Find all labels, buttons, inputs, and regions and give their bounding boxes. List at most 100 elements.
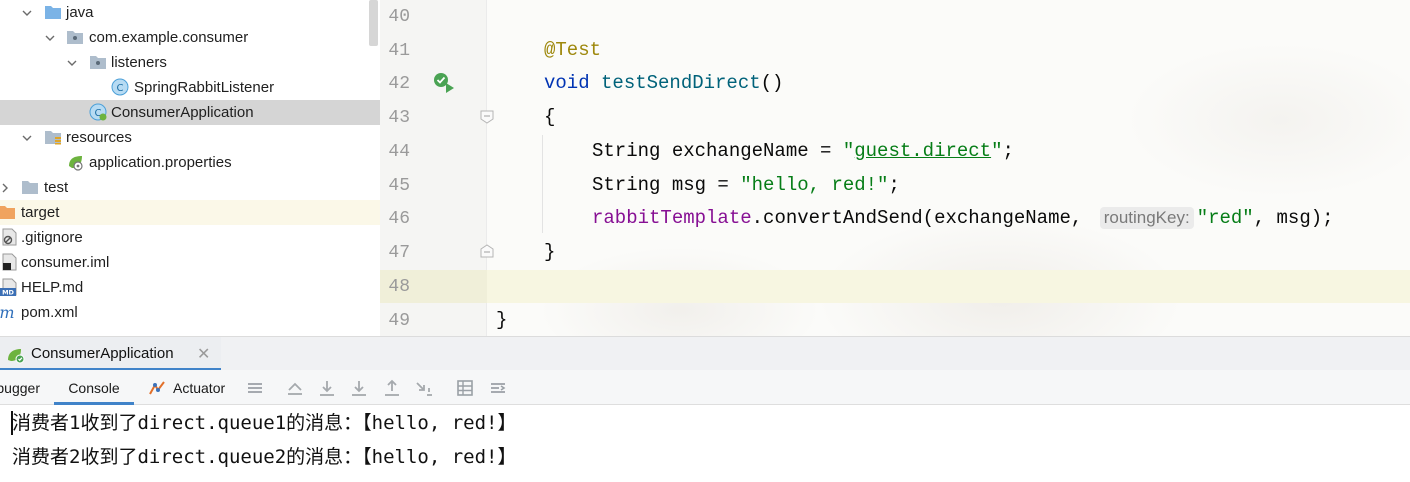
- indent-guide: [542, 135, 543, 233]
- string-token-link[interactable]: guest.direct: [854, 140, 991, 162]
- code-token: ;: [1002, 140, 1014, 162]
- spring-boot-run-icon: [6, 346, 26, 364]
- code-line-46: rabbitTemplate.convertAndSend(exchangeNa…: [592, 207, 1334, 229]
- tree-item-label: listeners: [111, 54, 167, 71]
- line-number: 47: [388, 243, 410, 263]
- chevron-down-icon[interactable]: [22, 133, 32, 143]
- tree-item-label: com.example.consumer: [89, 29, 249, 46]
- spring-properties-icon: [66, 153, 84, 171]
- code-line-42: void testSendDirect(): [544, 72, 783, 94]
- actuator-icon: [148, 379, 166, 397]
- tab-debugger[interactable]: Debugger: [0, 370, 40, 405]
- tree-item-help-md[interactable]: MD HELP.md: [0, 275, 380, 300]
- markdown-icon: MD: [0, 278, 18, 296]
- string-token: ": [842, 140, 855, 162]
- tree-item-label: ConsumerApplication: [111, 104, 254, 121]
- step-out-icon[interactable]: [382, 378, 402, 398]
- tree-item-label: HELP.md: [21, 279, 84, 296]
- code-line-43: {: [544, 106, 555, 128]
- brace-token: }: [544, 241, 556, 263]
- line-number: 44: [388, 142, 410, 162]
- tab-actuator[interactable]: Actuator: [148, 370, 240, 405]
- evaluate-icon[interactable]: [455, 378, 475, 398]
- code-token: String msg =: [592, 174, 741, 196]
- code-line-44: String exchangeName = "guest.direct";: [592, 140, 1014, 162]
- current-line-highlight: [380, 270, 1410, 303]
- field-token: rabbitTemplate: [592, 207, 752, 229]
- step-into-icon[interactable]: [349, 378, 369, 398]
- step-over-icon[interactable]: [317, 378, 337, 398]
- tree-item-target[interactable]: target: [0, 200, 380, 225]
- run-test-gutter-icon[interactable]: [432, 71, 456, 95]
- string-token: ": [991, 140, 1003, 162]
- tree-item-test[interactable]: test: [0, 175, 380, 200]
- fold-marker-icon[interactable]: [480, 110, 494, 124]
- code-token: ;: [888, 174, 900, 196]
- iml-icon: [0, 253, 18, 271]
- code-line-45: String msg = "hello, red!";: [592, 174, 900, 196]
- code-token: .convertAndSend(exchangeName,: [751, 207, 1094, 229]
- gitignore-icon: [0, 228, 18, 246]
- run-config-label: ConsumerApplication: [31, 345, 174, 362]
- run-tool-window-header: ConsumerApplication ✕: [0, 336, 1410, 371]
- tree-scrollbar[interactable]: [369, 0, 378, 46]
- tree-item-resources[interactable]: resources: [0, 125, 380, 150]
- menu-icon[interactable]: [245, 378, 265, 398]
- chevron-down-icon[interactable]: [67, 58, 77, 68]
- line-number: 49: [388, 311, 410, 331]
- folder-icon: [21, 178, 39, 196]
- line-number: 45: [388, 176, 410, 196]
- string-token: "red": [1196, 207, 1254, 229]
- package-icon: [66, 28, 84, 46]
- parameter-hint: routingKey:: [1099, 207, 1194, 229]
- tree-item-label: application.properties: [89, 154, 232, 171]
- run-tool-tabs: Debugger Console Actuator: [0, 370, 1410, 405]
- package-icon: [89, 53, 107, 71]
- tree-item-label: target: [21, 204, 60, 221]
- annotation-token: @Test: [544, 39, 602, 61]
- tree-item-label: SpringRabbitListener: [134, 79, 275, 96]
- tree-item-application-properties[interactable]: application.properties: [0, 150, 380, 175]
- svg-text:C: C: [117, 83, 124, 94]
- tree-item-consumerapplication[interactable]: C ConsumerApplication: [0, 100, 380, 125]
- excluded-folder-icon: [0, 203, 16, 221]
- tree-item-java[interactable]: java: [0, 0, 380, 25]
- line-number: 42: [388, 74, 410, 94]
- fold-marker-icon[interactable]: [480, 244, 494, 258]
- code-editor[interactable]: 40 41 42 43 44 45 46 47 48 49 @Test void…: [380, 0, 1410, 336]
- tree-item-label: pom.xml: [21, 304, 78, 321]
- console-output[interactable]: 消费者1收到了direct.queue1的消息：【hello, red!】 消费…: [0, 405, 1410, 482]
- chevron-down-icon[interactable]: [45, 33, 55, 43]
- tree-item-gitignore[interactable]: .gitignore: [0, 225, 380, 250]
- close-icon[interactable]: ✕: [197, 344, 210, 364]
- paren-token: (): [760, 72, 784, 94]
- tree-item-label: java: [66, 4, 94, 21]
- tree-item-consumer-iml[interactable]: consumer.iml: [0, 250, 380, 275]
- run-to-cursor-icon[interactable]: [414, 378, 434, 398]
- run-config-tab[interactable]: ConsumerApplication ✕: [0, 337, 221, 371]
- tree-item-label: .gitignore: [21, 229, 83, 246]
- code-line-47: }: [544, 241, 555, 263]
- svg-text:m: m: [0, 303, 15, 321]
- trace-icon[interactable]: [488, 378, 508, 398]
- console-line: 消费者2收到了direct.queue2的消息：【hello, red!】: [12, 446, 517, 468]
- code-line-49: }: [496, 309, 507, 331]
- spring-boot-class-icon: C: [89, 103, 107, 121]
- string-token: "hello, red!": [740, 174, 889, 196]
- svg-text:MD: MD: [2, 289, 14, 297]
- line-number: 46: [388, 209, 410, 229]
- project-tree: java com.example.consumer listeners C Sp…: [0, 0, 380, 336]
- code-token: String exchangeName =: [592, 140, 843, 162]
- tree-item-pom-xml[interactable]: m pom.xml: [0, 300, 380, 325]
- tree-item-listeners[interactable]: listeners: [0, 50, 380, 75]
- tree-item-label: resources: [66, 129, 132, 146]
- chevron-right-icon[interactable]: [0, 183, 10, 193]
- tree-item-springrabbitlistener[interactable]: C SpringRabbitListener: [0, 75, 380, 100]
- line-number: 41: [388, 41, 410, 61]
- show-execution-point-icon[interactable]: [285, 378, 305, 398]
- chevron-down-icon[interactable]: [22, 8, 32, 18]
- tab-console[interactable]: Console: [54, 370, 134, 405]
- tab-label: Debugger: [0, 380, 40, 396]
- tree-item-com-example-consumer[interactable]: com.example.consumer: [0, 25, 380, 50]
- tree-item-label: consumer.iml: [21, 254, 110, 271]
